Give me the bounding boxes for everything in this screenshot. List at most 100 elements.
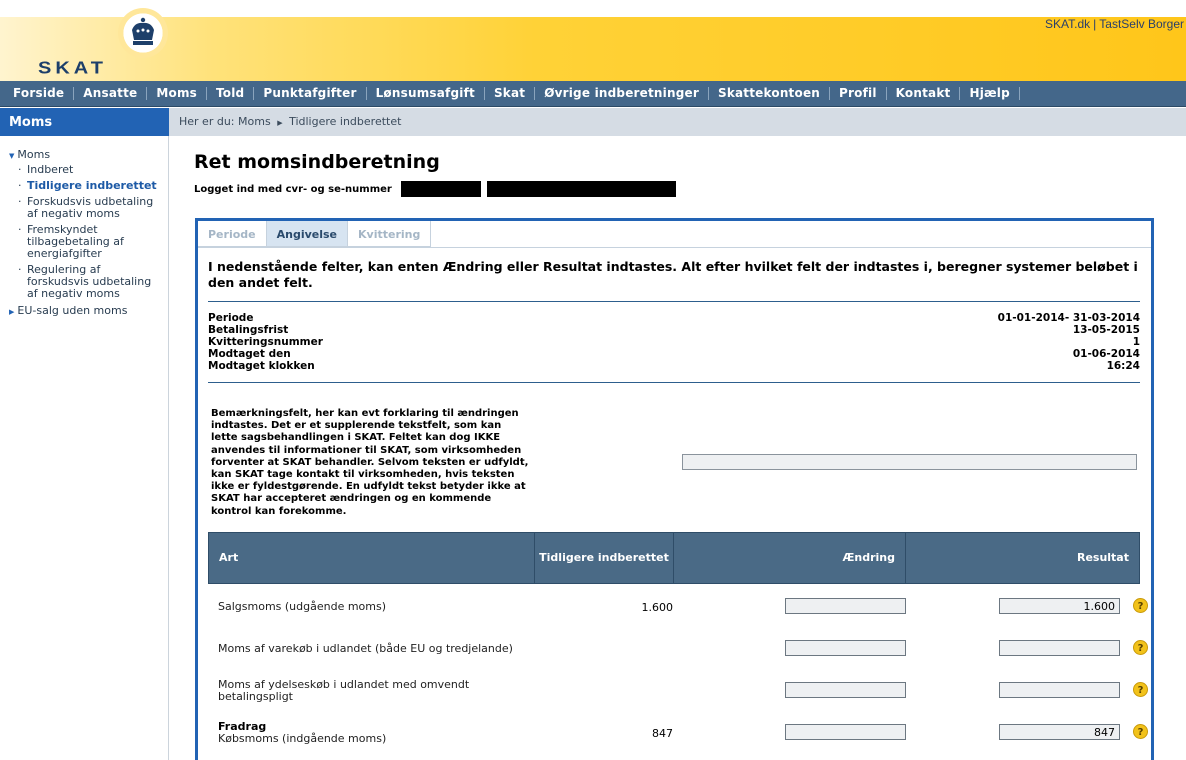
meta-row-betalingsfrist: Betalingsfrist 13-05-2015 — [208, 324, 1140, 336]
sidebar-item-regulering[interactable]: · Regulering af forskudsvis udbetaling af… — [18, 264, 163, 300]
sidebar-item-label: Tidligere indberettet — [27, 179, 157, 192]
column-header-tidligere: Tidligere indberettet — [535, 533, 674, 583]
tab-periode[interactable]: Periode — [198, 221, 267, 247]
table-header: Art Tidligere indberettet Ændring Result… — [208, 532, 1140, 584]
bullet-icon: · — [18, 179, 22, 192]
expanded-triangle-icon: ▼ — [9, 152, 15, 160]
breadcrumb-moms[interactable]: Moms — [238, 115, 271, 128]
help-icon[interactable]: ? — [1133, 640, 1148, 655]
skat-logo[interactable]: SKAT — [38, 58, 107, 79]
row-label: Købsmoms (indgående moms) — [218, 732, 387, 745]
nav-item-forside[interactable]: Forside — [4, 87, 75, 100]
help-icon[interactable]: ? — [1133, 724, 1148, 739]
skat-dk-link[interactable]: SKAT.dk — [1045, 17, 1090, 31]
nav-item-hjaelp[interactable]: Hjælp — [960, 87, 1020, 100]
top-links-separator: | — [1093, 17, 1097, 31]
crown-logo-icon[interactable] — [118, 8, 168, 58]
sidebar-item-label: EU-salg uden moms — [17, 304, 128, 317]
meta-label: Modtaget klokken — [208, 360, 315, 372]
row-previous-value: 1.600 — [641, 601, 674, 614]
tabs-divider — [198, 247, 1151, 248]
breadcrumb: Her er du: Moms ▶ Tidligere indberettet — [169, 108, 1186, 136]
sidebar-item-label: Fremskyndet tilbagebetaling af energiafg… — [27, 223, 124, 260]
row-label-group: Fradrag Købsmoms (indgående moms) — [218, 721, 518, 745]
row-label: Moms af varekøb i udlandet (både EU og t… — [218, 642, 513, 655]
sidebar-item-moms[interactable]: ▼ Moms — [9, 148, 50, 161]
result-input[interactable] — [999, 640, 1120, 656]
change-input[interactable] — [785, 682, 906, 698]
result-input[interactable] — [999, 682, 1120, 698]
result-input[interactable] — [999, 724, 1120, 740]
meta-row-periode: Periode 01-01-2014- 31-03-2014 — [208, 312, 1140, 324]
nav-item-lonsumsafgift[interactable]: Lønsumsafgift — [367, 87, 485, 100]
column-header-resultat: Resultat — [1076, 551, 1129, 564]
main-nav: Forside Ansatte Moms Told Punktafgifter … — [0, 81, 1186, 107]
nav-item-ovrige-indberetninger[interactable]: Øvrige indberetninger — [535, 87, 709, 100]
help-icon[interactable]: ? — [1133, 682, 1148, 697]
bullet-icon: · — [18, 223, 22, 236]
sidebar-heading: Moms — [0, 108, 169, 136]
meta-label: Periode — [208, 312, 254, 324]
help-icon[interactable]: ? — [1133, 598, 1148, 613]
collapsed-triangle-icon: ▶ — [9, 308, 15, 316]
meta-value: 01-06-2014 — [1072, 348, 1140, 360]
breadcrumb-current: Tidligere indberettet — [289, 115, 402, 128]
sidebar-item-label: Forskudsvis udbetaling af negativ moms — [27, 195, 154, 220]
sidebar: ▼ Moms · Indberet · Tidligere indberettet ·… — [0, 136, 169, 760]
site-header: SKAT SKAT.dk | TastSelv Borger — [0, 0, 1186, 81]
sidebar-item-label: Moms — [17, 148, 51, 161]
tab-bar: Periode Angivelse Kvittering — [198, 221, 432, 247]
meta-row-modtaget-den: Modtaget den 01-06-2014 — [208, 348, 1140, 360]
nav-item-ansatte[interactable]: Ansatte — [74, 87, 148, 100]
content-panel: Periode Angivelse Kvittering I nedenståe… — [195, 218, 1154, 760]
meta-value: 13-05-2015 — [1072, 324, 1140, 336]
row-previous-value: 847 — [652, 727, 673, 740]
meta-label: Kvitteringsnummer — [208, 336, 323, 348]
sidebar-item-label: Regulering af forskudsvis udbetaling af … — [27, 263, 152, 300]
bullet-icon: · — [18, 195, 22, 208]
breadcrumb-prefix: Her er du: — [179, 115, 235, 128]
nav-item-skattekontoen[interactable]: Skattekontoen — [709, 87, 831, 100]
meta-value: 1 — [1132, 336, 1140, 348]
bullet-icon: · — [18, 263, 22, 276]
meta-label: Betalingsfrist — [208, 324, 289, 336]
meta-info: Periode 01-01-2014- 31-03-2014 Betalingsf… — [208, 312, 1140, 372]
divider — [208, 301, 1140, 302]
nav-item-skat[interactable]: Skat — [485, 87, 536, 100]
nav-item-told[interactable]: Told — [207, 87, 255, 100]
meta-row-modtaget-klokken: Modtaget klokken 16:24 — [208, 360, 1140, 372]
divider — [208, 382, 1140, 383]
logged-in-label: Logget ind med cvr- og se-nummer — [194, 184, 392, 195]
sidebar-item-label: Indberet — [27, 163, 74, 176]
intro-text: I nedenstående felter, kan enten Ændring… — [208, 259, 1138, 290]
change-input[interactable] — [785, 640, 906, 656]
header-top-strip — [0, 0, 1186, 17]
tab-angivelse[interactable]: Angivelse — [266, 221, 349, 247]
result-input[interactable] — [999, 598, 1120, 614]
meta-row-kvitteringsnummer: Kvitteringsnummer 1 — [208, 336, 1140, 348]
nav-item-profil[interactable]: Profil — [830, 87, 887, 100]
sidebar-item-indberet[interactable]: · Indberet — [18, 164, 163, 176]
breadcrumb-arrow-icon: ▶ — [277, 119, 283, 127]
meta-value: 16:24 — [1106, 360, 1140, 372]
change-input[interactable] — [785, 598, 906, 614]
sidebar-item-forskudsvis-udbetaling[interactable]: · Forskudsvis udbetaling af negativ moms — [18, 196, 163, 220]
nav-item-kontakt[interactable]: Kontakt — [887, 87, 961, 100]
nav-item-punktafgifter[interactable]: Punktafgifter — [254, 87, 367, 100]
column-header-aendring: Ændring — [674, 533, 906, 583]
sidebar-item-tidligere-indberettet[interactable]: · Tidligere indberettet — [18, 180, 163, 192]
tab-kvittering[interactable]: Kvittering — [348, 221, 432, 247]
sidebar-item-fremskyndet-tilbagebetaling[interactable]: · Fremskyndet tilbagebetaling af energiaf… — [18, 224, 163, 260]
column-header-art: Art — [209, 533, 535, 583]
top-links: SKAT.dk | TastSelv Borger — [1045, 17, 1184, 31]
tastselv-link[interactable]: TastSelv Borger — [1099, 17, 1184, 31]
sidebar-item-eu-salg[interactable]: ▶ EU-salg uden moms — [9, 304, 127, 317]
nav-item-moms[interactable]: Moms — [147, 87, 207, 100]
redacted-se — [487, 181, 676, 197]
change-input[interactable] — [785, 724, 906, 740]
remark-input[interactable] — [682, 454, 1137, 470]
row-label: Salgsmoms (udgående moms) — [218, 600, 387, 613]
meta-label: Modtaget den — [208, 348, 291, 360]
crown-icon — [132, 17, 154, 45]
page-title: Ret momsindberetning — [194, 151, 440, 173]
